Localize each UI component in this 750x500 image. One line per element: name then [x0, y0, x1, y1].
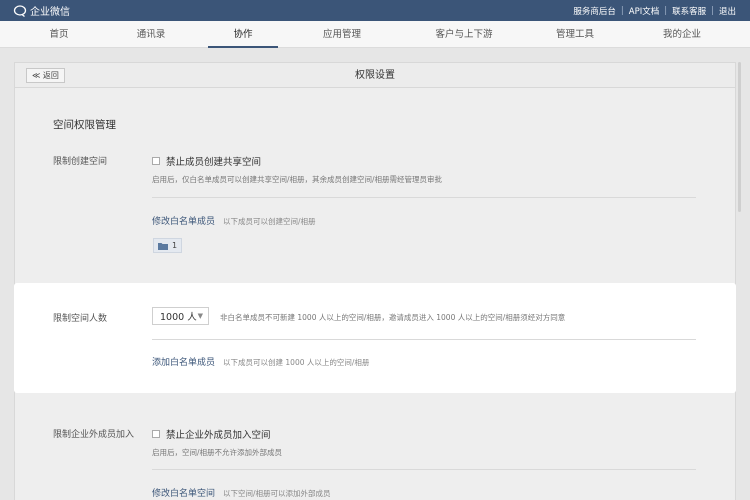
create-space-hint: 启用后，仅白名单成员可以创建共享空间/相册，其余成员创建空间/相册需经管理员审批	[152, 175, 443, 184]
create-space-option[interactable]: 禁止成员创建共享空间	[152, 154, 261, 168]
edit-whitelist-link[interactable]: 修改白名单成员	[152, 214, 215, 227]
space-size-whitelist-hint: 以下成员可以创建 1000 人以上的空间/相册	[223, 358, 370, 367]
divider	[152, 197, 696, 198]
divider	[152, 339, 696, 340]
space-size-section	[14, 283, 736, 393]
link-separator: |	[664, 5, 668, 16]
tab-contacts[interactable]: 通讯录	[116, 21, 186, 48]
tab-management-tools[interactable]: 管理工具	[540, 21, 610, 48]
wecom-logo-icon	[13, 4, 27, 17]
link-contact-support[interactable]: 联系客服	[672, 5, 706, 17]
tab-customers-partners[interactable]: 客户与上下游	[422, 21, 506, 48]
create-space-whitelist-row: 修改白名单成员 以下成员可以创建空间/相册	[152, 214, 316, 227]
chevron-down-icon: ▼	[197, 312, 203, 320]
top-links: 服务商后台 | API文档 | 联系客服 | 退出	[573, 0, 736, 21]
add-whitelist-link[interactable]: 添加白名单成员	[152, 355, 215, 368]
edit-whitelist-space-link[interactable]: 修改白名单空间	[152, 486, 215, 499]
space-size-label: 限制空间人数	[53, 314, 108, 324]
link-logout[interactable]: 退出	[719, 5, 736, 17]
external-members-hint: 启用后，空间/相册不允许添加外部成员	[152, 448, 283, 457]
link-api-docs[interactable]: API文档	[629, 5, 659, 17]
back-button[interactable]: ≪ 返回	[26, 68, 65, 83]
tab-app-management[interactable]: 应用管理	[307, 21, 377, 48]
external-whitelist-hint: 以下空间/相册可以添加外部成员	[223, 489, 331, 498]
link-separator: |	[711, 5, 714, 16]
scrollbar[interactable]	[738, 62, 741, 212]
link-provider-console[interactable]: 服务商后台	[573, 5, 616, 17]
create-space-label: 限制创建空间	[53, 157, 108, 167]
whitelist-chip-count: 1	[172, 241, 178, 250]
main-nav: 首页 通讯录 协作 应用管理 客户与上下游 管理工具 我的企业	[0, 21, 750, 48]
logo[interactable]: 企业微信	[13, 3, 70, 18]
create-space-checkbox[interactable]	[152, 157, 160, 165]
section-title: 空间权限管理	[53, 119, 116, 131]
external-members-checkbox-label[interactable]: 禁止企业外成员加入空间	[166, 427, 271, 441]
space-size-whitelist-row: 添加白名单成员 以下成员可以创建 1000 人以上的空间/相册	[152, 355, 369, 368]
external-whitelist-row: 修改白名单空间 以下空间/相册可以添加外部成员	[152, 486, 331, 499]
space-size-select[interactable]: 1000 人 ▼	[152, 307, 209, 325]
top-bar: 企业微信 服务商后台 | API文档 | 联系客服 | 退出	[0, 0, 750, 21]
space-size-hint: 非白名单成员不可新建 1000 人以上的空间/相册，邀请成员进入 1000 人以…	[220, 313, 566, 322]
whitelist-chip[interactable]: 1	[153, 238, 183, 253]
external-members-label: 限制企业外成员加入	[53, 430, 135, 440]
create-space-whitelist-hint: 以下成员可以创建空间/相册	[223, 217, 316, 226]
page-title: 权限设置	[355, 70, 395, 81]
tab-my-enterprise[interactable]: 我的企业	[647, 21, 717, 48]
tab-home[interactable]: 首页	[24, 21, 94, 48]
create-space-checkbox-label[interactable]: 禁止成员创建共享空间	[166, 154, 261, 168]
panel-header: 权限设置 ≪ 返回	[15, 63, 735, 88]
external-members-checkbox[interactable]	[152, 430, 160, 438]
link-separator: |	[620, 5, 624, 16]
divider	[152, 469, 696, 470]
app-name: 企业微信	[30, 7, 70, 18]
folder-icon	[158, 242, 168, 250]
external-members-option[interactable]: 禁止企业外成员加入空间	[152, 427, 271, 441]
space-size-select-value: 1000 人	[160, 312, 197, 323]
tab-collaboration[interactable]: 协作	[208, 21, 278, 48]
